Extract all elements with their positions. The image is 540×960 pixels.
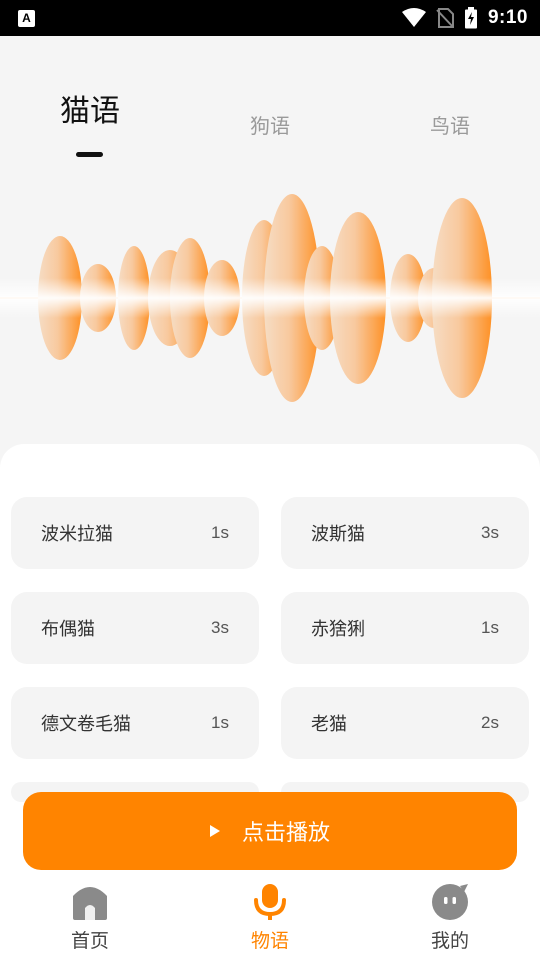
nav-label-voice: 物语 [250, 930, 289, 952]
status-bar: A 9:10 [0, 0, 540, 36]
sound-duration: 3s [211, 618, 229, 637]
nav-item-home[interactable]: 首页 [30, 880, 150, 953]
sound-duration: 1s [481, 618, 499, 637]
sound-item[interactable]: 波斯猫 3s [281, 497, 529, 569]
profile-face-icon [432, 884, 468, 920]
sound-item[interactable]: 老猫 2s [281, 687, 529, 759]
nav-item-voice[interactable]: 物语 [210, 880, 330, 953]
sound-wave-graphic [0, 194, 540, 402]
tab-cat[interactable]: 猫语 [30, 86, 150, 130]
sound-duration: 1s [211, 713, 229, 732]
sound-name: 赤猞猁 [311, 619, 365, 640]
sound-item[interactable]: 赤猞猁 1s [281, 592, 529, 664]
battery-charging-icon [464, 7, 477, 29]
nav-item-mine[interactable]: 我的 [390, 880, 510, 953]
sound-item[interactable]: 德文卷毛猫 1s [11, 687, 259, 759]
sound-duration: 2s [481, 713, 499, 732]
bottom-nav: 首页 物语 我的 [0, 874, 540, 960]
wifi-icon [401, 8, 426, 27]
sound-item[interactable]: 布偶猫 3s [11, 592, 259, 664]
tab-bird[interactable]: 鸟语 [390, 110, 510, 139]
sound-name: 布偶猫 [41, 619, 95, 640]
home-icon [73, 887, 107, 920]
status-time: 9:10 [487, 7, 528, 28]
active-tab-indicator [76, 152, 103, 157]
sound-duration: 1s [211, 523, 229, 542]
no-sim-icon [436, 8, 454, 28]
sound-name: 波斯猫 [311, 524, 365, 545]
play-icon [209, 825, 220, 837]
nav-label-mine: 我的 [430, 930, 469, 952]
app-notification-icon: A [18, 9, 35, 27]
microphone-icon [254, 884, 286, 920]
play-button[interactable]: 点击播放 [23, 792, 517, 870]
nav-label-home: 首页 [70, 930, 109, 952]
tab-dog[interactable]: 狗语 [210, 110, 330, 139]
sound-name: 老猫 [311, 714, 347, 735]
play-button-label: 点击播放 [241, 821, 330, 846]
sound-name: 德文卷毛猫 [41, 714, 131, 735]
sound-name: 波米拉猫 [41, 524, 113, 545]
sound-duration: 3s [481, 523, 499, 542]
sound-item[interactable]: 波米拉猫 1s [11, 497, 259, 569]
